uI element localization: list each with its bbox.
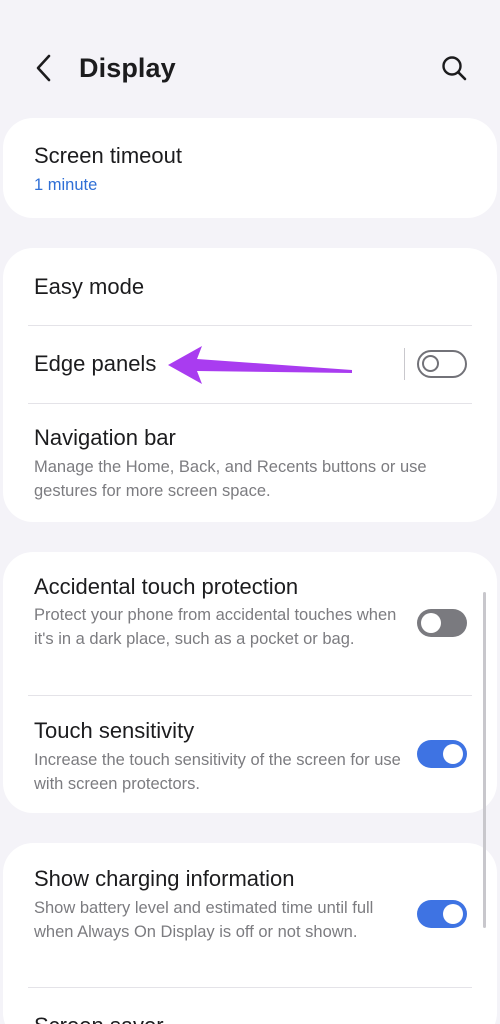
toggle-knob (443, 744, 463, 764)
charging-info-row[interactable]: Show charging information Show battery l… (3, 843, 497, 987)
back-button[interactable] (26, 48, 62, 88)
navigation-bar-title: Navigation bar (34, 425, 176, 450)
app-header: Display (0, 0, 500, 118)
search-button[interactable] (432, 46, 476, 90)
accidental-touch-toggle[interactable] (417, 609, 467, 637)
touch-sensitivity-title: Touch sensitivity (34, 718, 195, 743)
edge-panels-title: Edge panels (34, 351, 157, 376)
easy-mode-title: Easy mode (34, 274, 145, 299)
toggle-knob (422, 355, 439, 372)
charging-info-title: Show charging information (34, 866, 295, 891)
display-settings-screen: Display Screen timeout 1 minute Easy mod… (0, 0, 500, 1024)
screen-saver-title: Screen saver (34, 1012, 164, 1024)
accidental-touch-row[interactable]: Accidental touch protection Protect your… (3, 552, 497, 695)
touch-sensitivity-subtitle: Increase the touch sensitivity of the sc… (34, 751, 401, 793)
screen-timeout-title: Screen timeout (34, 143, 182, 168)
screen-timeout-value: 1 minute (34, 176, 98, 194)
edge-panels-row[interactable]: Edge panels (3, 326, 497, 403)
navigation-bar-row[interactable]: Navigation bar Manage the Home, Back, an… (3, 404, 497, 522)
edge-panels-toggle[interactable] (417, 350, 467, 378)
toggle-knob (443, 904, 463, 924)
screen-timeout-row[interactable]: Screen timeout 1 minute (3, 118, 497, 218)
card-general: Easy mode Edge panels Navigation bar Man… (3, 248, 497, 522)
charging-info-subtitle: Show battery level and estimated time un… (34, 899, 374, 941)
accidental-touch-subtitle: Protect your phone from accidental touch… (34, 606, 397, 648)
toggle-knob (421, 613, 441, 633)
scrollbar[interactable] (483, 592, 486, 928)
touch-sensitivity-toggle[interactable] (417, 740, 467, 768)
charging-info-toggle[interactable] (417, 900, 467, 928)
navigation-bar-subtitle: Manage the Home, Back, and Recents butto… (34, 458, 427, 500)
accidental-touch-title: Accidental touch protection (34, 574, 299, 599)
card-screen-timeout: Screen timeout 1 minute (3, 118, 497, 218)
chevron-left-icon (36, 54, 51, 82)
page-title: Display (79, 53, 176, 83)
screen-saver-row[interactable]: Screen saver (3, 988, 497, 1024)
easy-mode-row[interactable]: Easy mode (3, 248, 497, 325)
card-touch: Accidental touch protection Protect your… (3, 552, 497, 813)
vertical-separator (404, 348, 405, 380)
touch-sensitivity-row[interactable]: Touch sensitivity Increase the touch sen… (3, 696, 497, 813)
card-charging: Show charging information Show battery l… (3, 843, 497, 1024)
search-icon (442, 56, 467, 81)
